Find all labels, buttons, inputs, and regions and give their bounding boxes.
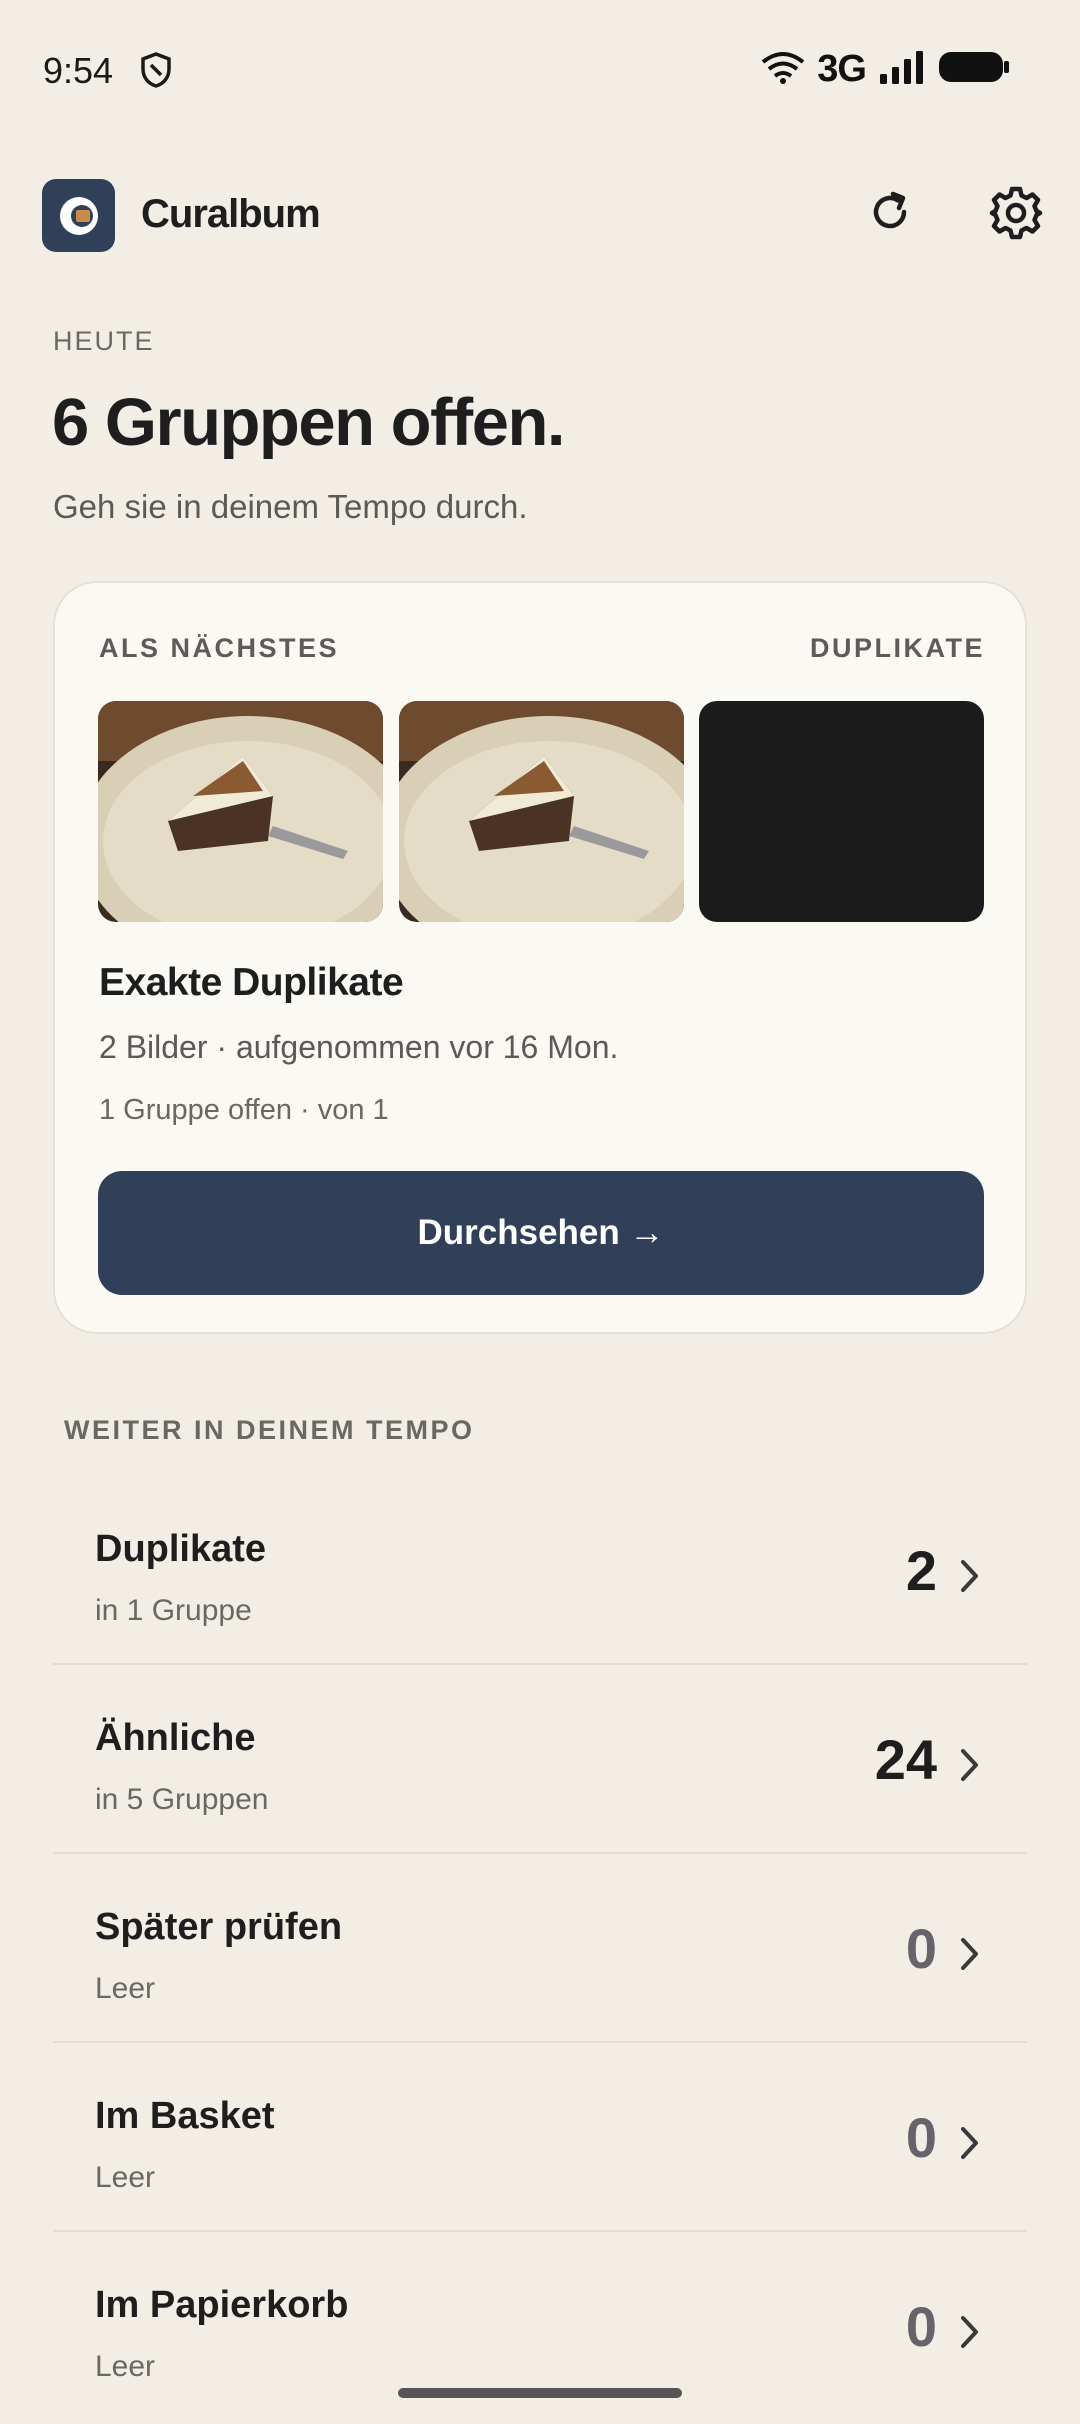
card-title: Exakte Duplikate <box>99 961 404 1004</box>
chevron-right-icon <box>959 1558 981 1599</box>
list-item-title: Duplikate <box>95 1528 267 1570</box>
status-bar: 9:54 3G <box>0 0 1080 140</box>
list-item-review-later[interactable]: Später prüfen Leer 0 <box>53 1854 1027 2043</box>
status-indicators: 3G <box>761 48 1010 91</box>
network-type: 3G <box>817 48 867 90</box>
refresh-button[interactable] <box>862 186 918 242</box>
review-button[interactable]: Durchsehen → <box>98 1171 984 1295</box>
gear-icon <box>989 186 1043 245</box>
card-eyebrow: ALS NÄCHSTES <box>99 633 340 663</box>
card-progress: 1 Gruppe offen · von 1 <box>99 1094 389 1126</box>
list-item-subtitle: in 1 Gruppe <box>95 1594 252 1627</box>
list-item-title: Ähnliche <box>95 1717 256 1759</box>
settings-button[interactable] <box>987 186 1045 244</box>
list-item-similar[interactable]: Ähnliche in 5 Gruppen 24 <box>53 1665 1027 1854</box>
battery-icon <box>938 50 1010 89</box>
list-item-subtitle: Leer <box>95 2161 156 2194</box>
list-item-count: 0 <box>905 2106 937 2169</box>
chevron-right-icon <box>959 1936 981 1977</box>
list-item-basket[interactable]: Im Basket Leer 0 <box>53 2043 1027 2232</box>
list-item-duplicates[interactable]: Duplikate in 1 Gruppe 2 <box>53 1476 1027 1665</box>
list-item-subtitle: in 5 Gruppen <box>95 1783 269 1816</box>
next-group-card: ALS NÄCHSTES DUPLIKATE Exakte Duplikate … <box>53 581 1027 1334</box>
app-logo <box>42 179 115 252</box>
card-meta: 2 Bilder · aufgenommen vor 16 Mon. <box>99 1029 619 1065</box>
list-item-title: Im Papierkorb <box>95 2284 349 2326</box>
chevron-right-icon <box>959 2125 981 2166</box>
card-category: DUPLIKATE <box>810 633 985 663</box>
app-title: Curalbum <box>141 192 321 236</box>
today-eyebrow: HEUTE <box>53 326 155 356</box>
shield-icon <box>140 52 172 93</box>
list-item-count: 0 <box>905 1917 937 1980</box>
screen: 9:54 3G Curalbum HEUTE 6 Gruppen offen. … <box>0 0 1080 2424</box>
list-item-title: Im Basket <box>95 2095 275 2137</box>
home-indicator[interactable] <box>398 2388 682 2398</box>
status-time: 9:54 <box>43 50 114 91</box>
list-item-count: 24 <box>874 1728 937 1791</box>
list-item-title: Später prüfen <box>95 1906 343 1948</box>
page-title: 6 Gruppen offen. <box>52 385 566 460</box>
section-label: WEITER IN DEINEM TEMPO <box>64 1415 475 1445</box>
thumbnail-image[interactable] <box>399 701 684 922</box>
signal-icon <box>878 50 926 89</box>
list-item-subtitle: Leer <box>95 2350 156 2383</box>
thumbnail-image[interactable] <box>699 701 984 922</box>
thumbnail-image[interactable] <box>98 701 383 922</box>
category-list: Duplikate in 1 Gruppe 2 Ähnliche in 5 Gr… <box>53 1476 1027 2421</box>
chevron-right-icon <box>959 2314 981 2355</box>
list-item-subtitle: Leer <box>95 1972 156 2005</box>
chevron-right-icon <box>959 1747 981 1788</box>
refresh-icon <box>866 188 914 241</box>
list-item-count: 2 <box>905 1539 937 1602</box>
wifi-icon <box>761 50 805 89</box>
list-item-count: 0 <box>905 2295 937 2358</box>
page-subtitle: Geh sie in deinem Tempo durch. <box>53 488 528 525</box>
